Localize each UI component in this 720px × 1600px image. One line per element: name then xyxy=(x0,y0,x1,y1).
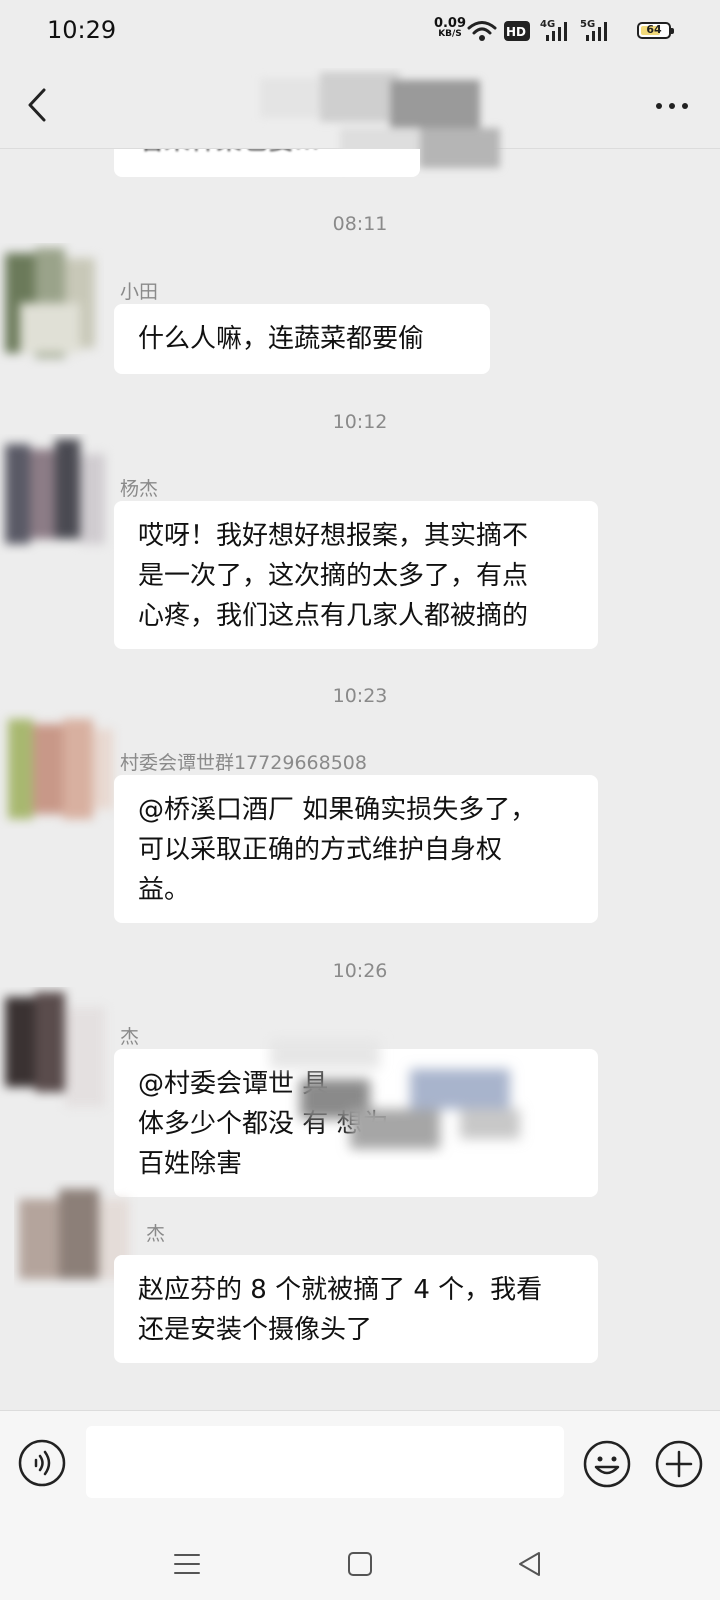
message-text-line: 赵应芬的 8 个就被摘了 4 个，我看 xyxy=(138,1275,543,1305)
message-bubble[interactable]: @桥溪口酒厂 如果确实损失多了， 可以采取正确的方式维护自身权 益。 xyxy=(114,775,598,923)
sender-name: 村委会谭世群17729668508 xyxy=(120,752,367,774)
sender-name: 小田 xyxy=(120,281,159,303)
avatar[interactable] xyxy=(0,709,124,849)
back-triangle-icon[interactable] xyxy=(512,1546,548,1582)
message-text-line: 益。 xyxy=(138,875,191,905)
battery-level: 64 xyxy=(646,23,662,36)
sender-name: 杰 xyxy=(146,1223,166,1245)
5g-label: 5G xyxy=(580,19,595,30)
message-text: 什么人嘛，连蔬菜都要偷 xyxy=(138,324,425,354)
message-list[interactable]: 看来种菜也要… 08:11 小田 什么人嘛，连蔬菜都要偷 10:12 杨杰 哎呀… xyxy=(0,149,720,1410)
system-nav-bar xyxy=(0,1530,720,1600)
timestamp: 10:23 xyxy=(332,685,388,707)
avatar[interactable] xyxy=(0,987,124,1127)
message-text: 看来种菜也要… xyxy=(138,149,398,161)
voice-icon[interactable] xyxy=(18,1439,66,1487)
sender-name: 杰 xyxy=(120,1026,140,1048)
timestamp: 10:12 xyxy=(332,411,388,433)
more-icon[interactable] xyxy=(654,100,690,112)
network-speed: 0.09 KB/S xyxy=(430,16,470,40)
message-text-line: 心疼，我们这点有几家人都被摘的 xyxy=(138,601,529,631)
4g-label: 4G xyxy=(540,19,555,30)
message-text-line: @桥溪口酒厂 如果确实损失多了， xyxy=(138,795,537,825)
input-bar xyxy=(0,1410,720,1531)
hd-badge-text: HD xyxy=(506,25,526,39)
timestamp: 10:26 xyxy=(332,960,388,982)
battery-icon: 64 xyxy=(637,22,674,39)
home-icon[interactable] xyxy=(342,1546,378,1582)
message-text-line: 还是安装个摄像头了 xyxy=(138,1315,373,1345)
back-arrow-icon[interactable] xyxy=(22,87,52,123)
hd-voice-icon: HD xyxy=(504,21,530,41)
redacted-overlay xyxy=(270,1039,520,1149)
status-time: 10:29 xyxy=(47,16,117,44)
avatar[interactable] xyxy=(0,434,124,574)
status-bar: 10:29 0.09 KB/S HD 4G 5G 64 xyxy=(0,0,720,62)
message-bubble-partial[interactable]: 看来种菜也要… xyxy=(114,149,420,177)
emoji-icon[interactable] xyxy=(582,1439,632,1489)
avatar[interactable] xyxy=(0,243,124,383)
message-text-line: 哎呀！我好想好想报案，其实摘不 xyxy=(138,521,529,551)
message-text-line: 可以采取正确的方式维护自身权 xyxy=(138,835,503,865)
message-bubble[interactable]: 哎呀！我好想好想报案，其实摘不 是一次了，这次摘的太多了，有点 心疼，我们这点有… xyxy=(114,501,598,649)
message-bubble[interactable]: 赵应芬的 8 个就被摘了 4 个，我看 还是安装个摄像头了 xyxy=(114,1255,598,1363)
sender-name: 杨杰 xyxy=(120,478,159,500)
wifi-icon xyxy=(467,21,497,41)
timestamp: 08:11 xyxy=(332,213,388,235)
4g-signal-icon: 4G xyxy=(540,19,567,41)
message-text-line: 是一次了，这次摘的太多了，有点 xyxy=(138,561,529,591)
message-bubble[interactable]: 什么人嘛，连蔬菜都要偷 xyxy=(114,304,490,374)
chat-header xyxy=(0,62,720,168)
menu-icon[interactable] xyxy=(169,1546,205,1582)
plus-icon[interactable] xyxy=(654,1439,704,1489)
network-speed-value: 0.09 xyxy=(433,16,467,31)
message-input[interactable] xyxy=(86,1426,564,1498)
5g-signal-icon: 5G xyxy=(580,19,607,41)
